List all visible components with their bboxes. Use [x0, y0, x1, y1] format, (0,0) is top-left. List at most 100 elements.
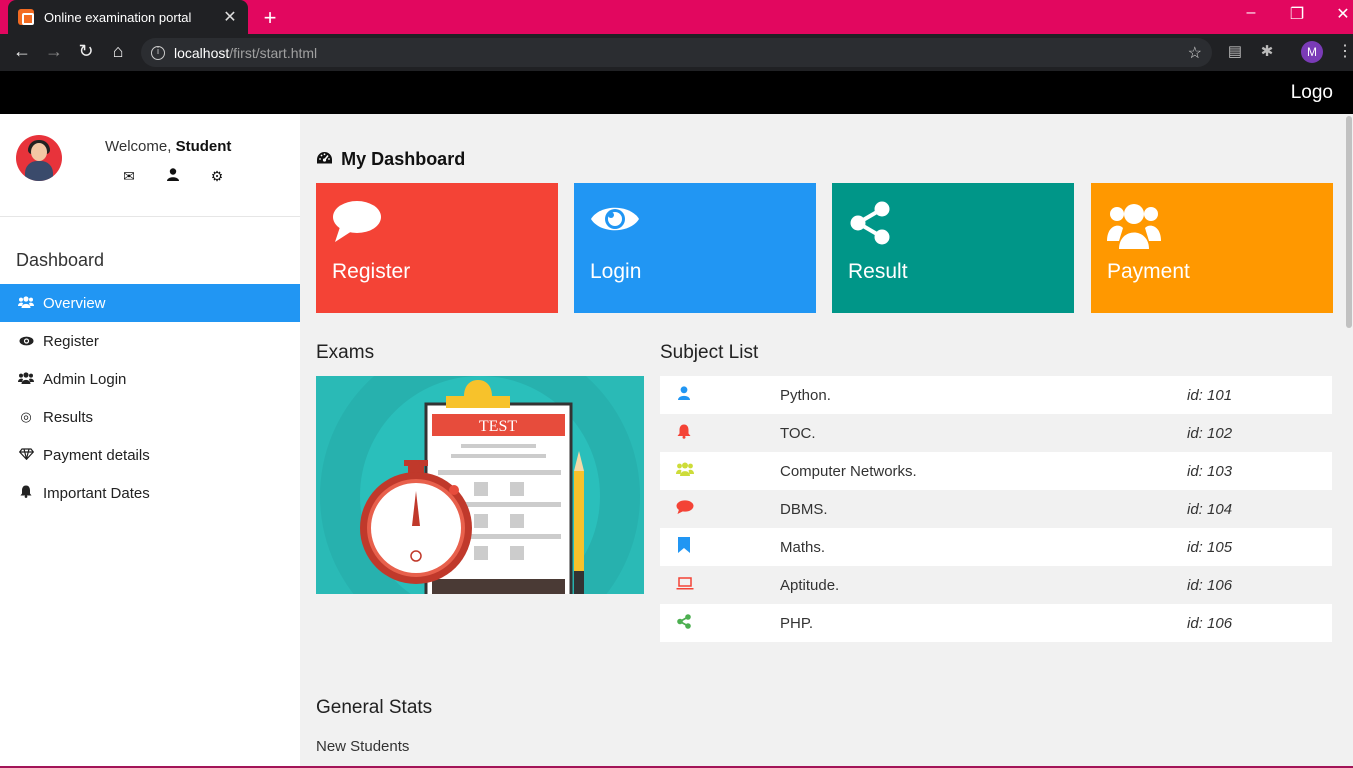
sidebar-item-admin-login[interactable]: Admin Login	[0, 360, 300, 398]
diamond-icon	[16, 447, 36, 463]
sidebar-item-register[interactable]: Register	[0, 322, 300, 360]
tile-login[interactable]: Login	[574, 183, 816, 313]
scrollbar-thumb[interactable]	[1346, 116, 1352, 328]
bullseye-icon: ◎	[20, 409, 32, 424]
users-icon	[16, 295, 36, 311]
users-icon	[16, 371, 36, 387]
page-title-text: My Dashboard	[341, 149, 466, 169]
subject-name: Python.	[780, 386, 831, 404]
browser-toolbar: ← → ↻ ⌂ i localhost/first/start.html ☆ ▤…	[0, 34, 1353, 71]
subject-row[interactable]: Computer Networks. id: 103	[660, 452, 1332, 490]
settings-gear-icon[interactable]: ⚙	[209, 168, 225, 185]
envelope-icon[interactable]: ✉	[121, 168, 137, 185]
site-logo[interactable]: Logo	[1291, 82, 1333, 104]
sidebar-divider	[0, 216, 300, 217]
user-avatar	[16, 135, 62, 181]
sidebar-item-payment-details[interactable]: Payment details	[0, 436, 300, 474]
minimize-window-button[interactable]: –	[1241, 4, 1261, 22]
bookmark-star-icon[interactable]: ☆	[1188, 43, 1202, 63]
url-host: localhost	[174, 44, 230, 61]
forward-button[interactable]: →	[43, 41, 65, 62]
exam-image-text: TEST	[479, 418, 517, 435]
page-title: My Dashboard	[316, 149, 465, 170]
eye-icon	[16, 334, 36, 349]
site-top-bar: Logo	[0, 71, 1353, 114]
page-scrollbar[interactable]	[1345, 114, 1353, 768]
eye-icon	[591, 207, 639, 231]
sidebar-section-title: Dashboard	[16, 250, 105, 270]
reload-button[interactable]: ↻	[75, 41, 97, 62]
url-path: /first/start.html	[229, 44, 318, 61]
subject-name: Computer Networks.	[780, 462, 917, 480]
bell-icon	[676, 424, 692, 443]
exams-title: Exams	[316, 342, 375, 363]
address-bar[interactable]: i localhost/first/start.html ☆	[141, 38, 1212, 67]
users-icon	[1107, 204, 1161, 249]
subject-name: PHP.	[780, 614, 814, 632]
subject-id: id: 106	[1187, 614, 1233, 632]
sidebar-item-label: Important Dates	[43, 484, 150, 502]
subject-row[interactable]: DBMS. id: 104	[660, 490, 1332, 528]
subject-row[interactable]: PHP. id: 106	[660, 604, 1332, 642]
tile-label: Login	[590, 260, 642, 283]
sidebar-item-important-dates[interactable]: Important Dates	[0, 474, 300, 512]
subject-row[interactable]: Aptitude. id: 106	[660, 566, 1332, 604]
tile-result[interactable]: Result	[832, 183, 1074, 313]
subject-row[interactable]: Maths. id: 105	[660, 528, 1332, 566]
subject-row[interactable]: TOC. id: 102	[660, 414, 1332, 452]
user-icon	[676, 386, 692, 404]
bookmark-icon	[676, 537, 692, 557]
sidebar-item-label: Register	[43, 332, 99, 350]
home-button[interactable]: ⌂	[107, 41, 129, 62]
profile-avatar[interactable]: M	[1301, 41, 1323, 63]
subject-name: Aptitude.	[780, 576, 840, 594]
tile-label: Payment	[1107, 260, 1190, 283]
extension-icon[interactable]: ▤	[1225, 42, 1245, 60]
share-icon	[850, 201, 890, 245]
browser-tab-strip: Online examination portal ✕ + – ❐ ✕	[0, 0, 1353, 34]
sidebar-item-label: Results	[43, 408, 94, 426]
tile-payment[interactable]: Payment	[1091, 183, 1333, 313]
exam-illustration: TEST	[316, 376, 644, 594]
subject-name: TOC.	[780, 424, 816, 442]
browser-tab[interactable]: Online examination portal ✕	[8, 0, 248, 34]
tab-close-icon[interactable]: ✕	[222, 7, 238, 27]
laptop-icon	[676, 576, 694, 594]
xampp-favicon-icon	[18, 9, 34, 25]
browser-menu-icon[interactable]: ⋮	[1337, 41, 1353, 61]
tile-label: Result	[848, 260, 908, 283]
new-tab-button[interactable]: +	[260, 5, 280, 31]
sidebar-item-label: Overview	[43, 294, 106, 312]
dashboard-gauge-icon	[316, 152, 337, 169]
new-students-label: New Students	[316, 738, 410, 755]
close-window-button[interactable]: ✕	[1333, 4, 1353, 24]
extension-gear-icon[interactable]: ✱	[1257, 42, 1277, 60]
welcome-text: Welcome, Student	[105, 138, 231, 155]
welcome-prefix: Welcome,	[105, 138, 176, 155]
general-stats-title: General Stats	[316, 697, 433, 718]
restore-window-button[interactable]: ❐	[1287, 4, 1307, 24]
sidebar: Welcome, Student ✉ ⚙ Dashboard Overview …	[0, 114, 300, 768]
comment-icon	[333, 201, 381, 242]
site-info-icon[interactable]: i	[151, 45, 165, 60]
share-icon	[676, 613, 692, 633]
sidebar-item-results[interactable]: ◎ Results	[0, 398, 300, 436]
back-button[interactable]: ←	[11, 41, 33, 62]
subject-id: id: 103	[1187, 462, 1233, 480]
sidebar-item-overview[interactable]: Overview	[0, 284, 300, 322]
username: Student	[175, 138, 232, 155]
subject-id: id: 101	[1187, 386, 1233, 404]
subject-id: id: 106	[1187, 576, 1233, 594]
subject-name: DBMS.	[780, 500, 828, 518]
subject-id: id: 105	[1187, 538, 1233, 556]
bell-icon	[16, 485, 36, 501]
tile-register[interactable]: Register	[316, 183, 558, 313]
subject-row[interactable]: Python. id: 101	[660, 376, 1332, 414]
users-icon	[676, 462, 694, 480]
subject-list-title: Subject List	[660, 342, 759, 363]
subject-id: id: 104	[1187, 500, 1233, 518]
tile-label: Register	[332, 260, 411, 283]
subject-id: id: 102	[1187, 424, 1233, 442]
user-icon[interactable]	[165, 168, 181, 184]
subject-name: Maths.	[780, 538, 826, 556]
